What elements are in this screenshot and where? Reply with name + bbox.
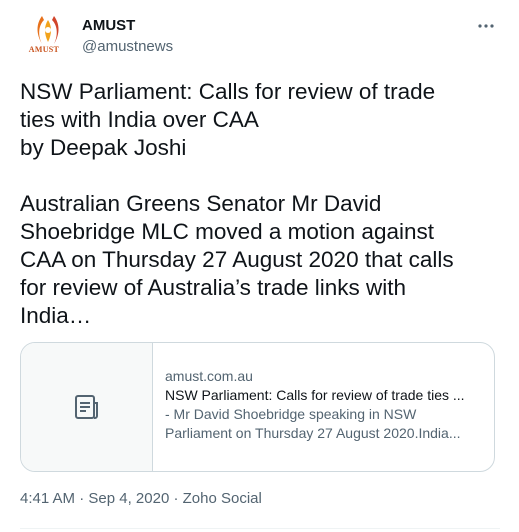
tweet-time: 4:41 AM bbox=[20, 490, 76, 507]
avatar-label: AMUST bbox=[28, 45, 60, 54]
tweet-text: NSW Parliament: Calls for review of trad… bbox=[20, 78, 500, 330]
link-card-text: amust.com.au NSW Parliament: Calls for r… bbox=[165, 367, 485, 443]
tweet-timestamp[interactable]: 4:41 AM · Sep 4, 2020 bbox=[20, 490, 169, 507]
meta-separator: · bbox=[75, 490, 89, 507]
more-horizontal-icon bbox=[478, 24, 494, 28]
user-handle[interactable]: @amustnews bbox=[82, 38, 173, 55]
link-card[interactable]: amust.com.au NSW Parliament: Calls for r… bbox=[20, 342, 495, 472]
article-icon bbox=[74, 395, 98, 419]
display-name[interactable]: AMUST bbox=[82, 17, 135, 34]
link-card-description: - Mr David Shoebridge speaking in NSW Pa… bbox=[165, 405, 485, 443]
link-card-title: NSW Parliament: Calls for review of trad… bbox=[165, 387, 465, 403]
more-button[interactable] bbox=[474, 14, 498, 38]
tweet-paragraph-2: Australian Greens Senator Mr David Shoeb… bbox=[20, 191, 454, 328]
link-card-domain: amust.com.au bbox=[165, 368, 253, 384]
amust-logo-icon bbox=[37, 16, 59, 44]
tweet-meta: 4:41 AM · Sep 4, 2020 · Zoho Social bbox=[20, 490, 262, 507]
tweet-header: AMUST AMUST @amustnews bbox=[20, 14, 500, 62]
tweet: AMUST AMUST @amustnews NSW Parliament: C… bbox=[0, 0, 519, 532]
tweet-paragraph-1: NSW Parliament: Calls for review of trad… bbox=[20, 79, 436, 160]
tweet-source[interactable]: Zoho Social bbox=[183, 490, 262, 507]
link-card-thumbnail bbox=[21, 343, 153, 471]
tweet-date: Sep 4, 2020 bbox=[88, 490, 170, 507]
link-card-description-line-2: Parliament on Thursday 27 August 2020.In… bbox=[165, 425, 461, 441]
divider bbox=[20, 528, 500, 529]
meta-separator-2: · bbox=[169, 490, 183, 507]
link-card-description-line-1: - Mr David Shoebridge speaking in NSW bbox=[165, 406, 417, 422]
